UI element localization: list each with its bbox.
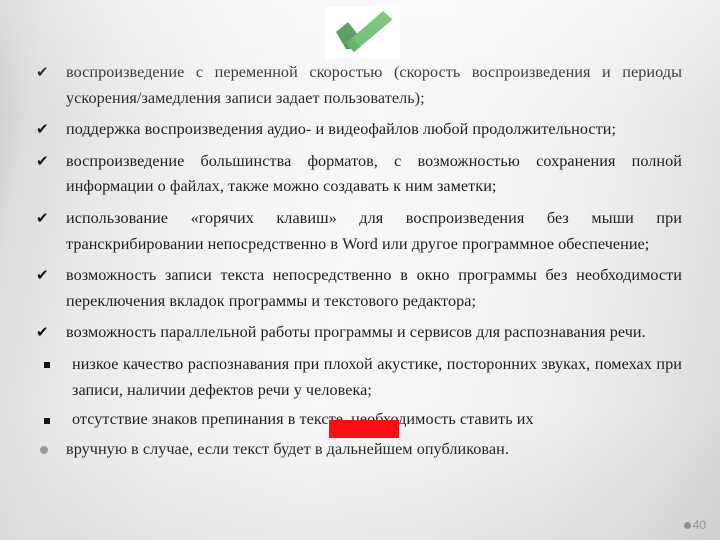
final-line-text: вручную в случае, если текст будет в дал… bbox=[66, 439, 509, 458]
list-item: ✔ воспроизведение с переменной скоростью… bbox=[0, 60, 720, 111]
check-bullet-icon: ✔ bbox=[36, 266, 49, 285]
red-redaction-box bbox=[329, 420, 399, 438]
final-line-item: вручную в случае, если текст будет в дал… bbox=[0, 437, 720, 463]
check-bullet-icon: ✔ bbox=[36, 323, 49, 342]
presentation-slide: ✔ воспроизведение с переменной скоростью… bbox=[0, 0, 720, 540]
page-number-dot-icon bbox=[683, 521, 691, 529]
list-item-text: использование «горячих клавиш» для воспр… bbox=[66, 208, 682, 253]
list-item-text: возможность параллельной работы программ… bbox=[66, 323, 646, 342]
check-bullet-icon: ✔ bbox=[36, 151, 49, 170]
list-item: ✔ использование «горячих клавиш» для вос… bbox=[0, 206, 720, 257]
list-item: ✔ поддержка воспроизведения аудио- и вид… bbox=[0, 117, 720, 143]
check-bullet-icon: ✔ bbox=[36, 63, 49, 81]
list-item-text: поддержка воспроизведения аудио- и видео… bbox=[66, 120, 617, 139]
list-item-text: воспроизведение большинства форматов, с … bbox=[66, 151, 682, 196]
list-item: ✔ воспроизведение большинства форматов, … bbox=[0, 149, 720, 200]
page-number-value: 40 bbox=[692, 518, 706, 532]
sub-list-item-text: низкое качество распознавания при плохой… bbox=[72, 354, 682, 399]
square-bullet-icon bbox=[44, 407, 64, 434]
check-mark-icon bbox=[336, 11, 392, 52]
advantages-list: ✔ воспроизведение с переменной скоростью… bbox=[0, 60, 720, 462]
slide-body: ✔ воспроизведение с переменной скоростью… bbox=[0, 60, 720, 462]
round-bullet-icon bbox=[40, 437, 60, 464]
list-item: ✔ возможность параллельной работы програ… bbox=[0, 320, 720, 346]
sub-list-item: низкое качество распознавания при плохой… bbox=[0, 352, 720, 403]
sub-list-item-text: отсутствие знаков препинания в тексте, н… bbox=[72, 410, 534, 429]
list-item-text: воспроизведение с переменной скоростью (… bbox=[66, 63, 682, 107]
check-bullet-icon: ✔ bbox=[36, 120, 49, 139]
list-item: ✔ возможность записи текста непосредстве… bbox=[0, 263, 720, 314]
page-number: 40 bbox=[683, 518, 706, 532]
list-item-text: возможность записи текста непосредственн… bbox=[66, 266, 682, 310]
check-mark-image bbox=[326, 7, 400, 59]
check-bullet-icon: ✔ bbox=[36, 208, 49, 227]
square-bullet-icon bbox=[44, 352, 64, 379]
